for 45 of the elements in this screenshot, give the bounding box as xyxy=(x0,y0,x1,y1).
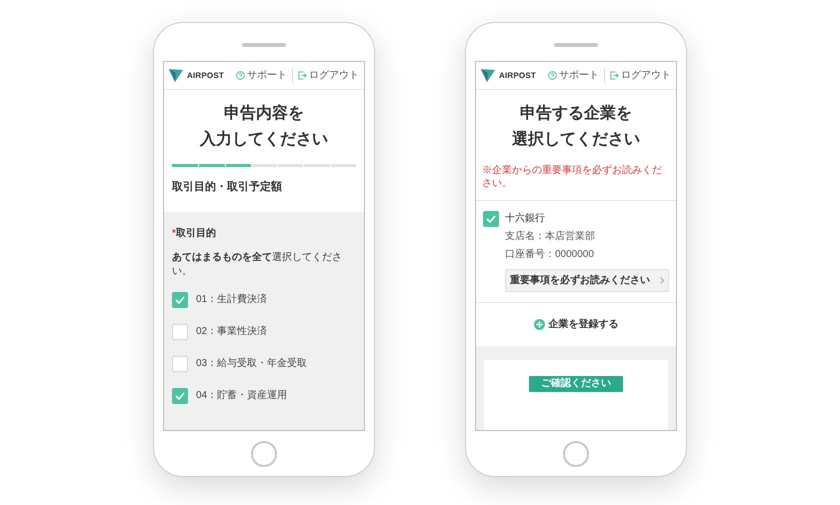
speaker-slot xyxy=(242,43,286,47)
page-title: 選択してください xyxy=(512,130,640,150)
home-button[interactable] xyxy=(563,441,589,467)
paper-plane-icon xyxy=(481,69,495,82)
checkbox[interactable] xyxy=(172,324,188,340)
callout-label: ご確認ください xyxy=(529,376,623,392)
instruction-text: あてはまるものを全て選択してください。 xyxy=(172,250,343,278)
company-detail: 口座番号：0000000 xyxy=(505,248,595,262)
check-icon xyxy=(175,392,185,400)
support-link[interactable]: サポート xyxy=(236,68,293,83)
paper-plane-icon xyxy=(169,69,183,82)
plus-icon xyxy=(534,319,544,330)
notice-text: ※企業からの重要事項を必ずお読みください。 xyxy=(481,164,663,191)
logo-text: AIRPOST xyxy=(187,70,224,82)
checkbox[interactable] xyxy=(483,211,499,227)
page-title: 申告する企業を xyxy=(520,104,632,124)
checkbox[interactable] xyxy=(172,388,188,404)
required-mark: * xyxy=(172,226,176,240)
question-icon xyxy=(548,71,557,80)
check-icon xyxy=(175,296,185,304)
logout-icon xyxy=(298,71,307,80)
support-link[interactable]: サポート xyxy=(548,68,605,83)
logo-text: AIRPOST xyxy=(499,70,536,82)
check-icon xyxy=(486,215,496,223)
option-label: 04：貯蓄・資産運用 xyxy=(196,388,288,403)
page-title: 申告内容を xyxy=(224,104,304,124)
option-label: 01：生計費決済 xyxy=(196,292,268,307)
speaker-slot xyxy=(554,43,598,47)
company-name: 十六銀行 xyxy=(505,212,546,226)
checkbox[interactable] xyxy=(172,292,188,308)
logout-link[interactable]: ログアウト xyxy=(605,68,671,83)
home-button[interactable] xyxy=(251,441,277,467)
logout-icon xyxy=(610,71,619,80)
option-label: 02：事業性決済 xyxy=(196,324,268,339)
company-detail: 支店名：本店営業部 xyxy=(505,230,596,244)
chevron-right-icon xyxy=(660,277,664,284)
question-icon xyxy=(236,71,245,80)
option-label: 03：給与受取・年金受取 xyxy=(196,356,308,371)
add-company-button[interactable]: 企業を登録する xyxy=(534,317,618,332)
checkbox[interactable] xyxy=(172,356,188,372)
field-label: 取引目的 xyxy=(176,226,216,240)
page-title: 入力してください xyxy=(200,130,328,150)
section-heading: 取引目的・取引予定額 xyxy=(170,180,283,195)
logout-link[interactable]: ログアウト xyxy=(293,68,359,83)
notice-button[interactable]: 重要事項を必ずお読みください xyxy=(505,269,669,292)
